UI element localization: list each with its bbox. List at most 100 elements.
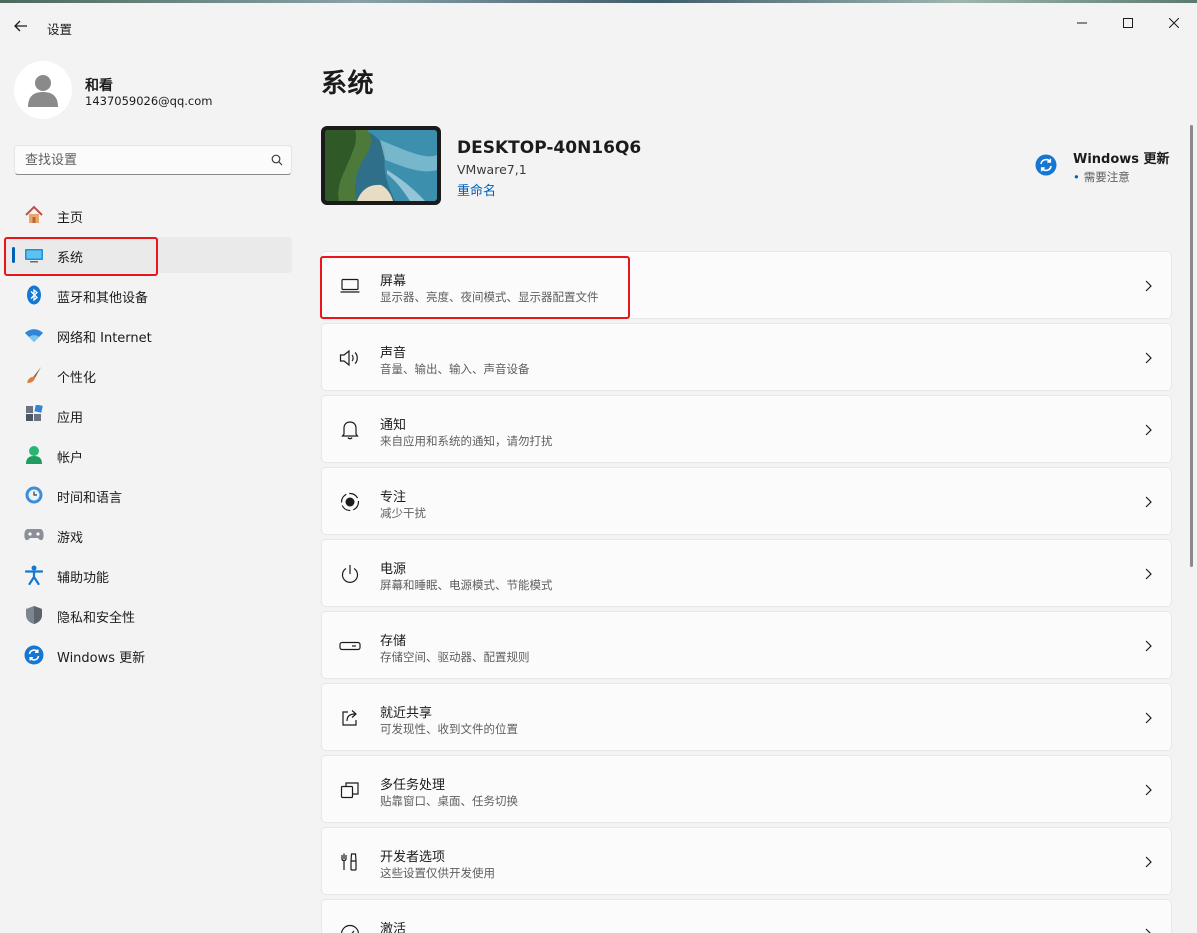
sidebar-item-label: 辅助功能 [57, 571, 110, 586]
minimize-icon [1077, 22, 1087, 24]
bluetooth-icon [24, 285, 44, 305]
sidebar-item-personalization[interactable]: 个性化 [4, 357, 292, 393]
sidebar-item-windows-update[interactable]: Windows 更新 [4, 637, 292, 673]
sidebar-item-label: 应用 [57, 411, 84, 426]
page-title: 系统 [321, 69, 375, 99]
device-model: VMware7,1 [457, 162, 527, 177]
sidebar-item-label: 系统 [57, 251, 84, 266]
sidebar-item-privacy[interactable]: 隐私和安全性 [4, 597, 292, 633]
avatar[interactable] [14, 61, 72, 119]
user-email: 1437059026@qq.com [85, 94, 213, 108]
wifi-icon [24, 325, 44, 345]
scrollbar[interactable] [1190, 125, 1193, 567]
card-title: 开发者选项 [380, 850, 446, 865]
chevron-right-icon [1145, 280, 1152, 292]
sidebar-item-apps[interactable]: 应用 [4, 397, 292, 433]
card-title: 多任务处理 [380, 778, 446, 793]
card-subtitle: 显示器、亮度、夜间模式、显示器配置文件 [380, 290, 599, 304]
selected-indicator [12, 247, 15, 263]
minimize-button[interactable] [1059, 7, 1105, 39]
activation-icon [339, 923, 361, 933]
back-arrow-icon [14, 20, 27, 32]
sidebar-item-accounts[interactable]: 帐户 [4, 437, 292, 473]
card-title: 声音 [380, 346, 407, 361]
maximize-button[interactable] [1105, 7, 1151, 39]
brush-icon [24, 365, 44, 385]
storage-icon [339, 635, 361, 657]
system-icon [24, 245, 44, 265]
settings-card-multitasking[interactable]: 多任务处理 贴靠窗口、桌面、任务切换 [321, 755, 1172, 823]
windows-update-status-text: 需要注意 [1083, 170, 1130, 184]
sidebar: 和看 1437059026@qq.com 主页 系统 蓝牙和其他设备 [0, 49, 305, 933]
search-box[interactable] [14, 145, 292, 175]
account-icon [24, 445, 44, 465]
sidebar-item-label: 游戏 [57, 531, 84, 546]
device-name: DESKTOP-40N16Q6 [457, 138, 642, 158]
windows-update-icon[interactable] [1035, 154, 1057, 176]
settings-card-developer[interactable]: 开发者选项 这些设置仅供开发使用 [321, 827, 1172, 895]
settings-card-power[interactable]: 电源 屏幕和睡眠、电源模式、节能模式 [321, 539, 1172, 607]
chevron-right-icon [1145, 712, 1152, 724]
search-icon[interactable] [263, 154, 291, 166]
main-content: 系统 DESKTOP-40N16Q6 VMware7,1 重命名 Windows… [305, 49, 1197, 933]
card-title: 通知 [380, 418, 407, 433]
sidebar-item-accessibility[interactable]: 辅助功能 [4, 557, 292, 593]
chevron-right-icon [1145, 424, 1152, 436]
card-subtitle: 屏幕和睡眠、电源模式、节能模式 [380, 578, 553, 592]
settings-card-nearby-sharing[interactable]: 就近共享 可发现性、收到文件的位置 [321, 683, 1172, 751]
card-title: 专注 [380, 490, 407, 505]
settings-card-display[interactable]: 屏幕 显示器、亮度、夜间模式、显示器配置文件 [321, 251, 1172, 319]
rename-link[interactable]: 重命名 [457, 180, 496, 199]
card-subtitle: 音量、输出、输入、声音设备 [380, 362, 530, 376]
sidebar-item-home[interactable]: 主页 [4, 197, 292, 233]
developer-icon [339, 851, 361, 873]
card-subtitle: 存储空间、驱动器、配置规则 [380, 650, 530, 664]
sidebar-item-bluetooth[interactable]: 蓝牙和其他设备 [4, 277, 292, 313]
title-bar: 设置 [0, 3, 1197, 49]
multitask-icon [339, 779, 361, 801]
settings-card-sound[interactable]: 声音 音量、输出、输入、声音设备 [321, 323, 1172, 391]
sidebar-item-system[interactable]: 系统 [4, 237, 292, 273]
device-wallpaper-thumbnail [321, 126, 441, 205]
chevron-right-icon [1145, 352, 1152, 364]
windows-update-status: • 需要注意 [1073, 169, 1130, 185]
focus-icon [339, 491, 361, 513]
windows-update-title[interactable]: Windows 更新 [1073, 148, 1170, 167]
monitor-icon [339, 275, 361, 297]
chevron-right-icon [1145, 856, 1152, 868]
close-button[interactable] [1151, 7, 1197, 39]
settings-card-storage[interactable]: 存储 存储空间、驱动器、配置规则 [321, 611, 1172, 679]
search-input[interactable] [15, 146, 263, 174]
gamepad-icon [24, 525, 44, 545]
user-name: 和看 [85, 78, 113, 94]
sidebar-item-gaming[interactable]: 游戏 [4, 517, 292, 553]
power-icon [339, 563, 361, 585]
speaker-icon [339, 347, 361, 369]
card-subtitle: 贴靠窗口、桌面、任务切换 [380, 794, 518, 808]
bell-icon [339, 419, 361, 441]
chevron-right-icon [1145, 496, 1152, 508]
app-title: 设置 [47, 22, 73, 37]
back-button[interactable] [8, 13, 34, 39]
user-avatar-icon [28, 75, 58, 107]
apps-icon [24, 405, 44, 425]
chevron-right-icon [1145, 640, 1152, 652]
update-icon [24, 645, 44, 665]
chevron-right-icon [1145, 568, 1152, 580]
settings-card-focus[interactable]: 专注 减少干扰 [321, 467, 1172, 535]
card-title: 就近共享 [380, 706, 433, 721]
sidebar-item-label: 个性化 [57, 371, 97, 386]
sidebar-item-label: 网络和 Internet [57, 331, 152, 346]
sidebar-item-label: Windows 更新 [57, 651, 146, 666]
settings-card-notifications[interactable]: 通知 来自应用和系统的通知，请勿打扰 [321, 395, 1172, 463]
card-title: 电源 [380, 562, 407, 577]
chevron-right-icon [1145, 784, 1152, 796]
sidebar-item-label: 蓝牙和其他设备 [57, 291, 149, 306]
close-icon [1169, 18, 1179, 28]
sidebar-item-label: 隐私和安全性 [57, 611, 136, 626]
accessibility-icon [24, 565, 44, 585]
sidebar-item-time-language[interactable]: 时间和语言 [4, 477, 292, 513]
sidebar-item-network[interactable]: 网络和 Internet [4, 317, 292, 353]
settings-card-activation[interactable]: 激活 [321, 899, 1172, 933]
shield-icon [24, 605, 44, 625]
